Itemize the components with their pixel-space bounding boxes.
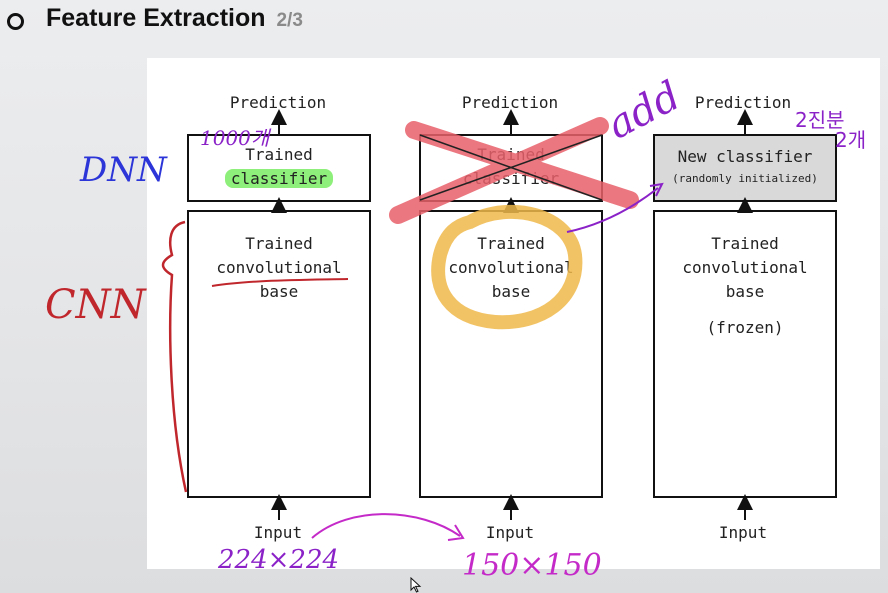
- col2-base-line3: base: [491, 282, 531, 301]
- col2-input-label: Input: [485, 523, 535, 542]
- slide-title-text: Feature Extraction: [46, 4, 266, 32]
- col2-classifier-line2: classifier: [462, 169, 560, 188]
- col1-input-label: Input: [253, 523, 303, 542]
- col3-input-label: Input: [718, 523, 768, 542]
- bullet-icon: [7, 13, 24, 30]
- annotation-korean-line2: 2개: [835, 128, 867, 152]
- col1-base-line3: base: [259, 282, 299, 301]
- mouse-cursor-icon: [410, 577, 422, 593]
- annotation-korean: 2진분 2개: [795, 110, 866, 150]
- col3-base-box: Trained convolutional base (frozen): [653, 210, 837, 498]
- slide-title: Feature Extraction 2/3: [46, 4, 303, 33]
- annotation-input-size-224: 224×224: [218, 545, 340, 575]
- annotation-korean-line1: 2진분: [795, 108, 845, 132]
- col2-classifier-line1: Trained: [477, 145, 545, 164]
- col2-classifier-box: Trained classifier: [419, 134, 603, 202]
- col2-base-box: Trained convolutional base: [419, 210, 603, 498]
- col1-base-line1: Trained: [245, 234, 313, 253]
- col1-base-line2: convolutional: [216, 258, 342, 277]
- col2-prediction-label: Prediction: [461, 93, 559, 112]
- col1-classifier-line2: classifier: [224, 169, 334, 188]
- annotation-input-size-150: 150×150: [462, 548, 602, 583]
- col3-base-line3: base: [725, 282, 765, 301]
- col3-base-line1: Trained: [711, 234, 779, 253]
- annotation-1000: 1000개: [200, 126, 270, 150]
- col2-base-line2: convolutional: [448, 258, 574, 277]
- col1-prediction-label: Prediction: [229, 93, 327, 112]
- col3-base-line2: convolutional: [682, 258, 808, 277]
- col2-base-line1: Trained: [477, 234, 545, 253]
- annotation-dnn: DNN: [80, 150, 167, 190]
- col3-base-note: (frozen): [706, 318, 784, 337]
- col1-base-box: Trained convolutional base: [187, 210, 371, 498]
- col3-classifier-line2: (randomly initialized): [672, 172, 818, 185]
- annotation-cnn: CNN: [45, 282, 146, 328]
- slide-page-indicator: 2/3: [276, 10, 303, 31]
